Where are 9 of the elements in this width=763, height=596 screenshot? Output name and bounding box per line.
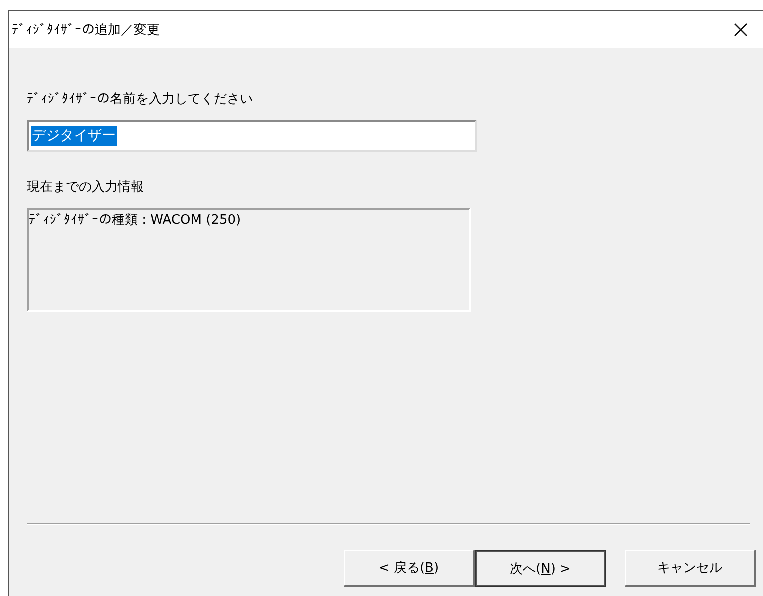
section-label: 現在までの入力情報 xyxy=(27,179,145,196)
name-field[interactable]: デジタイザー xyxy=(27,120,477,152)
dialog-button[interactable]: 次へ(N) > xyxy=(475,550,606,587)
dialog-button[interactable]: キャンセル xyxy=(625,550,756,587)
window-title: ﾃﾞｨｼﾞﾀｲｻﾞｰの追加／変更 xyxy=(12,22,160,38)
close-icon[interactable] xyxy=(733,22,749,38)
field-label: ﾃﾞｨｼﾞﾀｲｻﾞｰの名前を入力してください xyxy=(27,91,254,108)
dialog-button[interactable]: < 戻る(B) xyxy=(344,550,475,587)
info-text: ﾃﾞｨｼﾞﾀｲｻﾞｰの種類 : WACOM (250) xyxy=(29,212,242,229)
